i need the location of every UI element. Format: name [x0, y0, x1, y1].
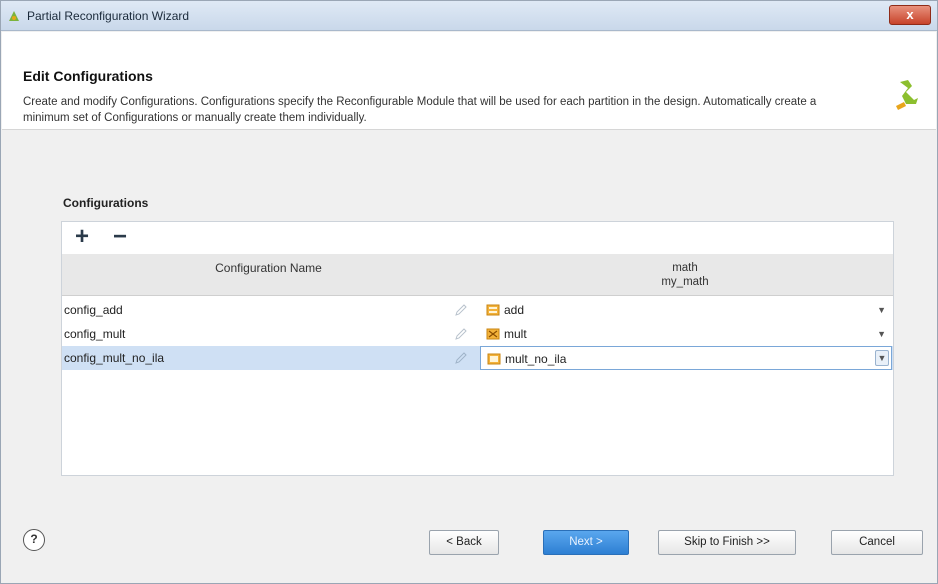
- table-row[interactable]: config_mult mult ▼: [62, 322, 893, 346]
- close-icon: x: [906, 7, 914, 22]
- module-select[interactable]: mult ▼: [480, 322, 892, 346]
- dropdown-arrow-icon[interactable]: ▼: [877, 298, 886, 322]
- module-label: mult_no_ila: [505, 352, 567, 366]
- wizard-icon: [9, 11, 19, 21]
- configurations-section: Configurations + − Configuration Name ma…: [51, 186, 894, 476]
- back-button[interactable]: < Back: [429, 530, 499, 555]
- window-title: Partial Reconfiguration Wizard: [27, 9, 190, 23]
- module-icon: [487, 353, 501, 365]
- table-row-selected[interactable]: config_mult_no_ila mult_no_ila ▼: [62, 346, 893, 370]
- page-header: Edit Configurations Create and modify Co…: [2, 32, 936, 130]
- wizard-window: Partial Reconfiguration Wizard x Edit Co…: [0, 0, 938, 584]
- module-label: add: [504, 303, 525, 317]
- close-button[interactable]: x: [889, 5, 931, 25]
- add-icon[interactable]: +: [70, 225, 94, 250]
- next-button[interactable]: Next >: [543, 530, 629, 555]
- config-name-cell[interactable]: config_mult_no_ila: [64, 346, 474, 370]
- edit-pencil-icon[interactable]: [454, 351, 468, 365]
- edit-pencil-icon[interactable]: [454, 303, 468, 317]
- brand-logo-icon: [896, 80, 918, 110]
- dropdown-arrow-icon[interactable]: ▼: [877, 322, 886, 346]
- cancel-button[interactable]: Cancel: [831, 530, 923, 555]
- partition-name: math: [672, 262, 698, 274]
- module-label: mult: [504, 327, 527, 341]
- module-icon: [486, 328, 500, 340]
- config-name-cell[interactable]: config_add: [64, 298, 474, 322]
- page-description: Create and modify Configurations. Config…: [23, 96, 817, 124]
- section-label: Configurations: [63, 196, 149, 210]
- config-name-cell[interactable]: config_mult: [64, 322, 474, 346]
- configurations-table: + − Configuration Name math my_math conf…: [61, 221, 894, 476]
- column-header-partition[interactable]: math my_math: [477, 254, 893, 296]
- module-icon: [486, 304, 500, 316]
- skip-to-finish-button[interactable]: Skip to Finish >>: [658, 530, 796, 555]
- title-bar: Partial Reconfiguration Wizard x: [1, 1, 937, 31]
- help-icon[interactable]: ?: [23, 529, 45, 551]
- module-select[interactable]: mult_no_ila ▼: [480, 346, 892, 370]
- module-select[interactable]: add ▼: [480, 298, 892, 322]
- partition-instance: my_math: [661, 276, 709, 288]
- column-header-name[interactable]: Configuration Name: [62, 254, 475, 296]
- remove-icon[interactable]: −: [108, 225, 132, 250]
- dropdown-arrow-icon[interactable]: ▼: [875, 350, 889, 366]
- table-toolbar: + −: [62, 222, 893, 254]
- table-row[interactable]: config_add add ▼: [62, 298, 893, 322]
- table-header: Configuration Name math my_math: [62, 254, 893, 296]
- edit-pencil-icon[interactable]: [454, 327, 468, 341]
- page-title: Edit Configurations: [23, 68, 153, 84]
